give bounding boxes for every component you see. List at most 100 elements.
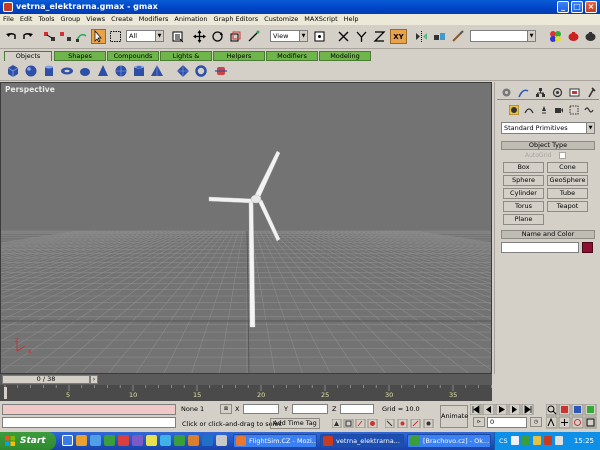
quicklaunch-media-icon[interactable]	[118, 435, 129, 446]
tab-helpers[interactable]: Helpers	[213, 51, 265, 61]
tab-modeling[interactable]: Modeling	[319, 51, 371, 61]
maximize-button[interactable]: □	[571, 1, 583, 13]
primitive-category-dropdown[interactable]: Standard Primitives ▼	[501, 122, 595, 134]
quicklaunch-chat-icon[interactable]	[174, 435, 185, 446]
box-object-icon[interactable]	[6, 64, 20, 78]
unlink-selection-button[interactable]	[58, 29, 73, 44]
quicklaunch-misc-icon[interactable]	[132, 435, 143, 446]
chamfer-box-object-icon[interactable]	[214, 64, 228, 78]
select-and-scale-button[interactable]	[228, 29, 243, 44]
x-coord-field[interactable]	[243, 404, 279, 414]
helpers-category-icon[interactable]	[569, 105, 579, 115]
teapot-button[interactable]: Teapot	[547, 201, 588, 212]
quicklaunch-extra-icon[interactable]	[216, 435, 227, 446]
quicklaunch-desktop-icon[interactable]	[62, 435, 73, 446]
quicklaunch-browser-icon[interactable]	[76, 435, 87, 446]
play-icon[interactable]	[495, 403, 508, 416]
motion-tab-icon[interactable]	[552, 87, 563, 98]
tab-shapes[interactable]: Shapes	[54, 51, 106, 61]
time-configuration-button[interactable]: ◷	[530, 417, 542, 427]
viewport-navigation-controls[interactable]	[546, 404, 598, 430]
torus-button[interactable]: Torus	[503, 201, 544, 212]
render-scene-button[interactable]	[566, 29, 581, 44]
track-bar[interactable]: 5 10 15 20 25 30 35	[0, 385, 492, 401]
pyramid-object-icon[interactable]	[150, 64, 164, 78]
lock-selection-button[interactable]: ⊠	[220, 404, 232, 414]
hierarchy-tab-icon[interactable]	[535, 87, 546, 98]
select-object-button[interactable]	[91, 29, 106, 44]
menu-file[interactable]: File	[0, 14, 17, 25]
snap-toggles[interactable]	[332, 419, 382, 428]
restrict-x-button[interactable]	[336, 29, 351, 44]
bind-space-warp-button[interactable]	[74, 29, 89, 44]
animate-button[interactable]: Animate	[440, 405, 468, 428]
create-tab-icon[interactable]	[501, 87, 512, 98]
menu-tools[interactable]: Tools	[35, 14, 57, 25]
taskbar-item-gmax[interactable]: vetrna_elektrarna...	[320, 434, 404, 448]
y-coord-field[interactable]	[292, 404, 328, 414]
cameras-category-icon[interactable]	[554, 105, 564, 115]
torus-knot-object-icon[interactable]	[194, 64, 208, 78]
menu-create[interactable]: Create	[108, 14, 136, 25]
teapot-object-icon[interactable]	[78, 64, 92, 78]
current-frame-field[interactable]: 0	[487, 417, 527, 428]
start-button[interactable]: Start	[0, 432, 56, 450]
next-frame-icon[interactable]	[508, 403, 521, 416]
tube-object-icon[interactable]	[132, 64, 146, 78]
quicklaunch-folder-icon[interactable]	[146, 435, 157, 446]
time-slider[interactable]: 0 / 38 ›	[0, 374, 492, 385]
name-and-color-rollout[interactable]: Name and Color	[501, 230, 595, 239]
lights-category-icon[interactable]	[539, 105, 549, 115]
mirror-button[interactable]	[414, 29, 429, 44]
go-to-start-icon[interactable]	[469, 403, 482, 416]
align-button[interactable]	[432, 29, 447, 44]
tray-icon-3[interactable]	[533, 436, 541, 445]
restrict-y-button[interactable]	[354, 29, 369, 44]
undo-button[interactable]	[4, 29, 19, 44]
modify-tab-icon[interactable]	[518, 87, 529, 98]
torus-object-icon[interactable]	[60, 64, 74, 78]
perspective-viewport[interactable]: Perspective x z	[0, 82, 492, 374]
named-selection-dropdown[interactable]: ▼	[470, 30, 536, 42]
previous-frame-icon[interactable]	[482, 403, 495, 416]
menu-customize[interactable]: Customize	[261, 14, 301, 25]
tab-modifiers[interactable]: Modifiers	[266, 51, 318, 61]
select-and-move-button[interactable]	[192, 29, 207, 44]
material-editor-brush-button[interactable]	[450, 29, 465, 44]
cone-object-icon[interactable]	[96, 64, 110, 78]
sphere-button[interactable]: Sphere	[503, 175, 544, 186]
snap-toggle-icons[interactable]	[385, 419, 437, 428]
sphere-object-icon[interactable]	[24, 64, 38, 78]
viewport-label[interactable]: Perspective	[5, 85, 55, 94]
time-slider-next-button[interactable]: ›	[90, 375, 98, 384]
taskbar-item-brachovo[interactable]: [Brachovo.cz] - Ok...	[407, 434, 491, 448]
box-button[interactable]: Box	[503, 162, 544, 173]
hedra-object-icon[interactable]	[176, 64, 190, 78]
autogrid-checkbox[interactable]	[559, 152, 566, 159]
tray-icon-4[interactable]	[544, 436, 552, 445]
selection-region-button[interactable]	[108, 29, 123, 44]
utilities-tab-icon[interactable]	[586, 87, 597, 98]
redo-button[interactable]	[20, 29, 35, 44]
minimize-button[interactable]: _	[557, 1, 569, 13]
taskbar-item-firefox[interactable]: FlightSim.CZ - Mozi...	[233, 434, 317, 448]
tray-icon-1[interactable]	[511, 436, 519, 445]
language-indicator[interactable]: CS	[499, 432, 508, 450]
cylinder-object-icon[interactable]	[42, 64, 56, 78]
add-time-tag-button[interactable]: Add Time Tag	[270, 418, 320, 429]
quicklaunch-app-icon[interactable]	[104, 435, 115, 446]
gmax-app-icon[interactable]	[3, 2, 13, 12]
menu-animation[interactable]: Animation	[171, 14, 210, 25]
key-mode-toggle[interactable]: ⊳	[473, 417, 485, 427]
menu-graph-editors[interactable]: Graph Editors	[211, 14, 262, 25]
material-editor-button[interactable]	[548, 29, 563, 44]
menu-help[interactable]: Help	[341, 14, 362, 25]
quicklaunch-tool-icon[interactable]	[188, 435, 199, 446]
tab-objects[interactable]: Objects	[4, 51, 52, 61]
quicklaunch-ie-icon[interactable]	[202, 435, 213, 446]
menu-views[interactable]: Views	[83, 14, 108, 25]
select-and-rotate-button[interactable]	[210, 29, 225, 44]
restrict-z-button[interactable]	[372, 29, 387, 44]
object-name-field[interactable]	[501, 242, 579, 253]
object-type-rollout[interactable]: Object Type	[501, 141, 595, 150]
